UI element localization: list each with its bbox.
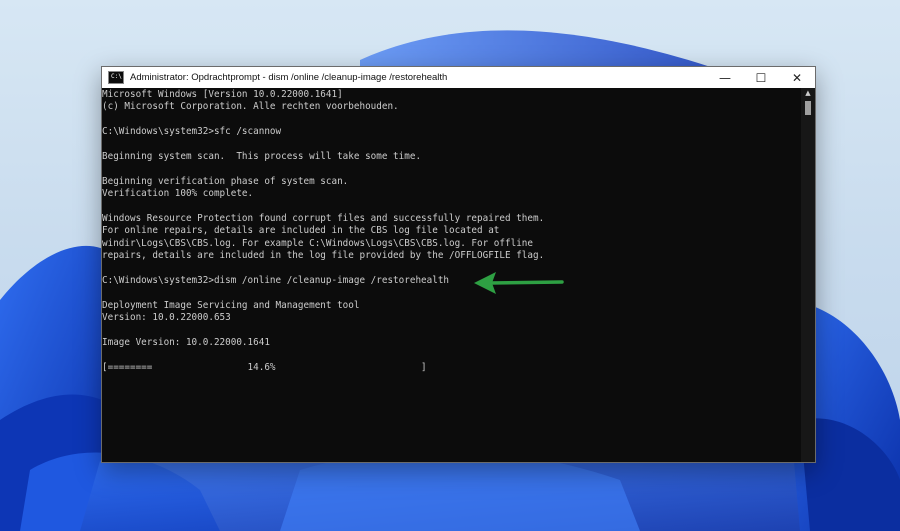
cmd-window[interactable]: C:\ Administrator: Opdrachtprompt - dism… xyxy=(101,66,816,463)
window-controls: — ☐ ✕ xyxy=(707,67,815,88)
console-line: Image Version: 10.0.22000.1641 xyxy=(102,336,270,348)
scroll-thumb[interactable] xyxy=(805,101,811,115)
console-line: Beginning system scan. This process will… xyxy=(102,150,422,162)
console-line: Beginning verification phase of system s… xyxy=(102,175,349,187)
window-title: Administrator: Opdrachtprompt - dism /on… xyxy=(130,72,448,83)
console-line: Version: 10.0.22000.653 xyxy=(102,312,231,324)
console-line: [======== 14.6% ] xyxy=(102,361,427,373)
green-arrow-icon xyxy=(474,272,564,294)
console-line: Deployment Image Servicing and Managemen… xyxy=(102,299,360,311)
console-line: repairs, details are included in the log… xyxy=(102,250,545,262)
title-bar[interactable]: C:\ Administrator: Opdrachtprompt - dism… xyxy=(102,67,815,88)
console-line: C:\Windows\system32>sfc /scannow xyxy=(102,126,282,138)
minimize-icon[interactable]: — xyxy=(707,67,743,88)
console-line: Verification 100% complete. xyxy=(102,188,254,200)
console-line: (c) Microsoft Corporation. Alle rechten … xyxy=(102,101,399,113)
console-output[interactable]: Microsoft Windows [Version 10.0.22000.16… xyxy=(102,88,799,462)
console-line: C:\Windows\system32>dism /online /cleanu… xyxy=(102,274,450,286)
close-icon[interactable]: ✕ xyxy=(779,67,815,88)
console-line: Windows Resource Protection found corrup… xyxy=(102,212,545,224)
cmd-app-icon: C:\ xyxy=(108,71,124,84)
vertical-scrollbar[interactable]: ▲ xyxy=(801,88,815,462)
scroll-up-icon[interactable]: ▲ xyxy=(801,88,815,98)
console-line: windir\Logs\CBS\CBS.log. For example C:\… xyxy=(102,237,533,249)
console-line: Microsoft Windows [Version 10.0.22000.16… xyxy=(102,89,343,100)
console-line: For online repairs, details are included… xyxy=(102,225,500,237)
maximize-icon[interactable]: ☐ xyxy=(743,67,779,88)
